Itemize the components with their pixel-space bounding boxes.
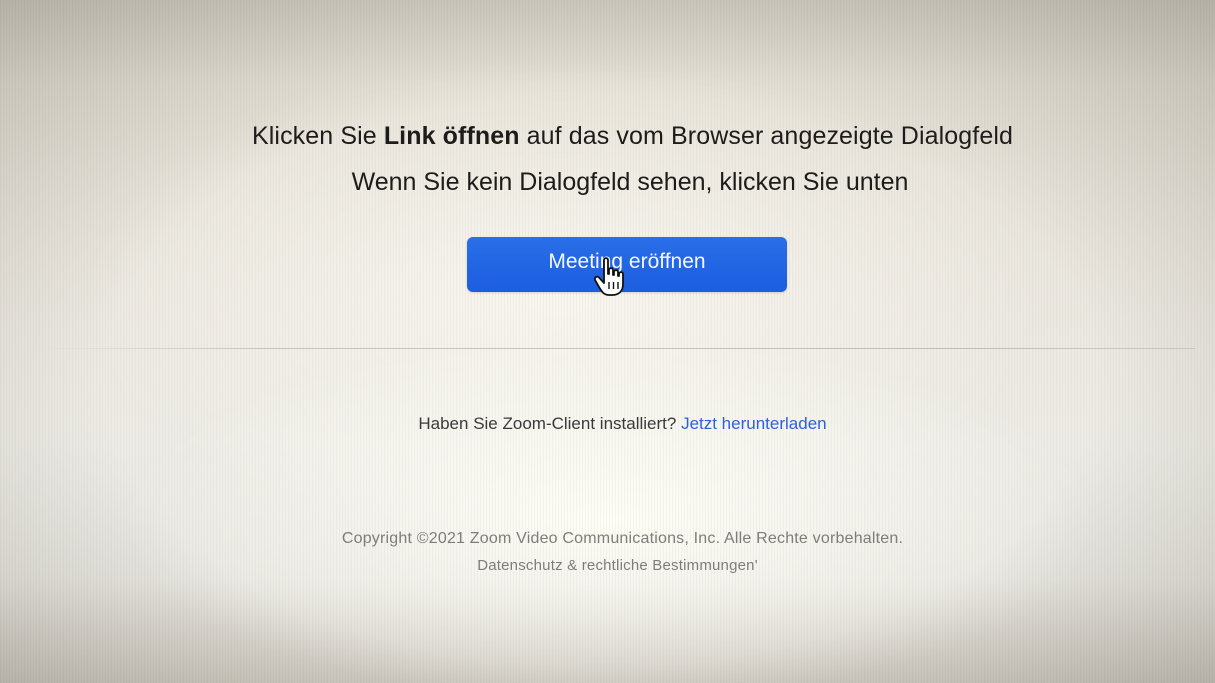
client-question: Haben Sie Zoom-Client installiert?: [418, 414, 677, 433]
instruction-suffix: auf das vom Browser angezeigte Dialogfel…: [519, 122, 1013, 150]
instruction-bold: Link öffnen: [383, 122, 520, 150]
copyright-text: Copyright ©2021 Zoom Video Communication…: [341, 530, 904, 547]
instruction-line-1: Klicken Sie Link öffnen auf das vom Brow…: [0, 122, 1215, 151]
download-link[interactable]: Jetzt herunterladen: [681, 414, 827, 433]
privacy-link[interactable]: Datenschutz & rechtliche Bestimmungen': [0, 557, 1215, 574]
client-install-line: Haben Sie Zoom-Client installiert? Jetzt…: [0, 414, 1215, 434]
screen-texture: [0, 0, 1215, 683]
screen-vignette: [0, 0, 1215, 683]
instruction-line-2: Wenn Sie kein Dialogfeld sehen, klicken …: [351, 168, 909, 196]
hand-pointer-icon: [593, 257, 624, 296]
section-divider: [40, 348, 1195, 349]
instruction-prefix: Klicken Sie: [251, 122, 384, 150]
